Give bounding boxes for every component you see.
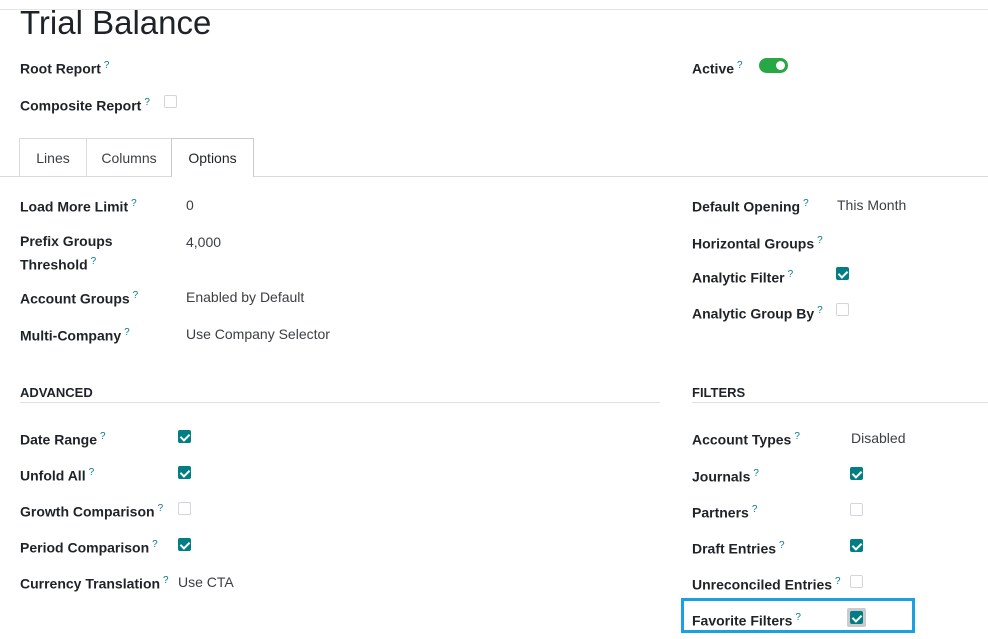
load-more-limit-label-text: Load More Limit bbox=[20, 198, 129, 215]
analytic-filter-label-text: Analytic Filter bbox=[692, 269, 785, 286]
active-label-text: Active bbox=[692, 60, 735, 77]
composite-report-checkbox[interactable] bbox=[164, 95, 177, 108]
help-icon[interactable]: ? bbox=[737, 60, 743, 71]
draft-entries-checkbox[interactable] bbox=[850, 539, 863, 552]
prefix-groups-label-line2: Threshold bbox=[20, 256, 88, 273]
help-icon[interactable]: ? bbox=[100, 431, 106, 442]
help-icon[interactable]: ? bbox=[91, 256, 97, 267]
composite-report-label-text: Composite Report bbox=[20, 97, 142, 114]
help-icon[interactable]: ? bbox=[753, 468, 759, 479]
help-icon[interactable]: ? bbox=[104, 60, 110, 71]
growth-comparison-label: Growth Comparison? bbox=[20, 500, 163, 521]
root-report-label-text: Root Report bbox=[20, 60, 101, 77]
period-comparison-checkbox[interactable] bbox=[178, 538, 191, 551]
multi-company-select[interactable]: Use Company Selector bbox=[186, 325, 330, 343]
account-groups-label-text: Account Groups bbox=[20, 290, 130, 307]
help-icon[interactable]: ? bbox=[152, 539, 158, 550]
account-types-label-text: Account Types bbox=[692, 431, 792, 448]
toggle-knob bbox=[776, 61, 785, 70]
help-icon[interactable]: ? bbox=[817, 305, 823, 316]
advanced-divider bbox=[20, 402, 660, 403]
composite-report-label: Composite Report? bbox=[20, 94, 150, 115]
horizontal-groups-label: Horizontal Groups? bbox=[692, 232, 823, 253]
highlight-box bbox=[681, 598, 915, 633]
analytic-group-by-label: Analytic Group By? bbox=[692, 302, 823, 323]
account-types-select[interactable]: Disabled bbox=[851, 429, 905, 447]
growth-comparison-checkbox[interactable] bbox=[178, 502, 191, 515]
filters-divider bbox=[692, 402, 988, 403]
help-icon[interactable]: ? bbox=[788, 269, 794, 280]
help-icon[interactable]: ? bbox=[779, 540, 785, 551]
prefix-groups-threshold-field[interactable]: 4,000 bbox=[186, 233, 221, 251]
analytic-filter-label: Analytic Filter? bbox=[692, 266, 793, 287]
help-icon[interactable]: ? bbox=[144, 97, 150, 108]
help-icon[interactable]: ? bbox=[124, 327, 130, 338]
growth-comparison-label-text: Growth Comparison bbox=[20, 503, 155, 520]
analytic-group-by-checkbox[interactable] bbox=[836, 303, 849, 316]
tab-lines[interactable]: Lines bbox=[19, 138, 87, 176]
help-icon[interactable]: ? bbox=[89, 467, 95, 478]
unreconciled-entries-label: Unreconciled Entries? bbox=[692, 573, 841, 594]
help-icon[interactable]: ? bbox=[817, 235, 823, 246]
draft-entries-label: Draft Entries? bbox=[692, 537, 785, 558]
journals-label: Journals? bbox=[692, 465, 759, 486]
analytic-group-by-label-text: Analytic Group By bbox=[692, 305, 815, 322]
root-report-label: Root Report? bbox=[20, 57, 109, 78]
active-toggle[interactable] bbox=[759, 58, 788, 73]
currency-translation-label-text: Currency Translation bbox=[20, 575, 161, 592]
tab-options[interactable]: Options bbox=[171, 138, 254, 177]
unreconciled-entries-checkbox[interactable] bbox=[850, 575, 863, 588]
help-icon[interactable]: ? bbox=[163, 575, 169, 586]
help-icon[interactable]: ? bbox=[803, 198, 809, 209]
help-icon[interactable]: ? bbox=[835, 576, 841, 587]
filters-heading: FILTERS bbox=[692, 385, 746, 400]
load-more-limit-label: Load More Limit? bbox=[20, 195, 137, 216]
horizontal-groups-label-text: Horizontal Groups bbox=[692, 235, 815, 252]
unreconciled-entries-label-text: Unreconciled Entries bbox=[692, 576, 833, 593]
period-comparison-label: Period Comparison? bbox=[20, 536, 158, 557]
default-opening-label: Default Opening? bbox=[692, 195, 809, 216]
tabs-divider bbox=[0, 176, 988, 177]
default-opening-select[interactable]: This Month bbox=[837, 196, 906, 214]
currency-translation-label: Currency Translation? bbox=[20, 572, 169, 593]
date-range-label: Date Range? bbox=[20, 428, 106, 449]
account-groups-select[interactable]: Enabled by Default bbox=[186, 288, 304, 306]
help-icon[interactable]: ? bbox=[133, 290, 139, 301]
help-icon[interactable]: ? bbox=[794, 431, 800, 442]
period-comparison-label-text: Period Comparison bbox=[20, 539, 150, 556]
multi-company-label-text: Multi-Company bbox=[20, 327, 122, 344]
prefix-groups-threshold-label: Prefix Groups Threshold? bbox=[20, 232, 113, 274]
analytic-filter-checkbox[interactable] bbox=[836, 267, 849, 280]
journals-label-text: Journals bbox=[692, 468, 751, 485]
multi-company-label: Multi-Company? bbox=[20, 324, 130, 345]
partners-label: Partners? bbox=[692, 501, 757, 522]
unfold-all-label: Unfold All? bbox=[20, 464, 94, 485]
help-icon[interactable]: ? bbox=[131, 198, 137, 209]
partners-checkbox[interactable] bbox=[850, 503, 863, 516]
journals-checkbox[interactable] bbox=[850, 467, 863, 480]
account-groups-label: Account Groups? bbox=[20, 287, 138, 308]
unfold-all-checkbox[interactable] bbox=[178, 466, 191, 479]
advanced-heading: ADVANCED bbox=[20, 385, 93, 400]
help-icon[interactable]: ? bbox=[752, 504, 758, 515]
page-title: Trial Balance bbox=[20, 4, 212, 41]
draft-entries-label-text: Draft Entries bbox=[692, 540, 777, 557]
load-more-limit-field[interactable]: 0 bbox=[186, 196, 194, 214]
prefix-groups-label-line1: Prefix Groups bbox=[20, 233, 113, 249]
default-opening-label-text: Default Opening bbox=[692, 198, 801, 215]
tab-columns[interactable]: Columns bbox=[86, 138, 172, 176]
unfold-all-label-text: Unfold All bbox=[20, 467, 86, 484]
help-icon[interactable]: ? bbox=[158, 503, 164, 514]
account-types-label: Account Types? bbox=[692, 428, 800, 449]
date-range-label-text: Date Range bbox=[20, 431, 98, 448]
currency-translation-select[interactable]: Use CTA bbox=[178, 573, 234, 591]
active-label: Active? bbox=[692, 57, 743, 78]
partners-label-text: Partners bbox=[692, 504, 749, 521]
date-range-checkbox[interactable] bbox=[178, 430, 191, 443]
